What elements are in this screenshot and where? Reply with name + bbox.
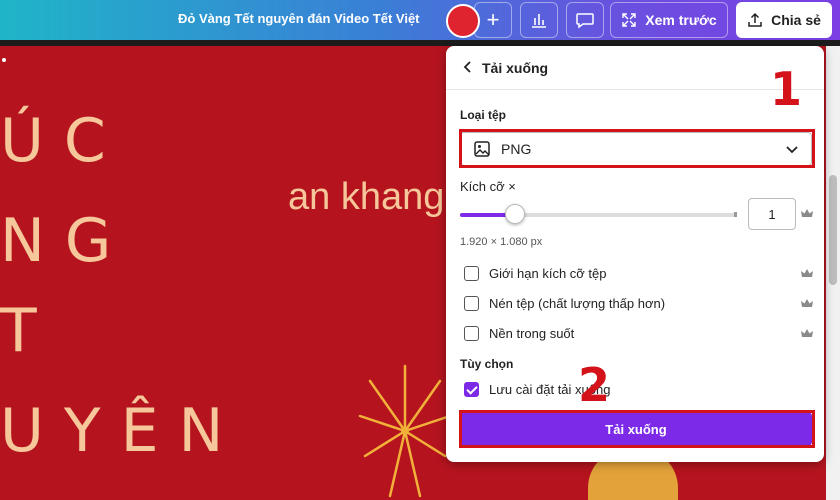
download-panel: Tải xuống Loại tệp PNG Kích cỡ × 1 1.920…: [446, 46, 824, 462]
bar-chart-icon: [532, 14, 546, 28]
crown-icon: [801, 209, 813, 217]
comment-icon: [576, 13, 594, 29]
compress-label: Nén tệp (chất lượng thấp hơn): [489, 295, 666, 311]
compress-checkbox[interactable]: [464, 295, 479, 311]
panel-title: Tải xuống: [482, 60, 549, 76]
extra-options-label: Tùy chọn: [460, 357, 514, 371]
crown-icon: [801, 269, 813, 277]
size-slider-thumb[interactable]: [505, 204, 526, 224]
back-icon[interactable]: [460, 59, 476, 75]
fireworks-decoration: [358, 364, 452, 498]
expand-icon: [622, 13, 636, 27]
option-transparent[interactable]: Nền trong suốt: [464, 323, 574, 343]
upload-icon: [748, 12, 762, 27]
canvas-text-line1: ÚC: [0, 106, 126, 176]
option-compress[interactable]: Nén tệp (chất lượng thấp hơn): [464, 293, 665, 313]
insights-button[interactable]: [520, 2, 558, 38]
save-settings-checkbox[interactable]: [464, 381, 479, 397]
limit-size-checkbox[interactable]: [464, 265, 479, 281]
document-title[interactable]: Đỏ Vàng Tết nguyên đán Video Tết Việt: [178, 11, 420, 26]
canvas-text-line3: T: [0, 296, 57, 366]
share-button[interactable]: Chia sẻ: [736, 2, 832, 38]
scrollbar-thumb[interactable]: [829, 175, 837, 285]
transparent-checkbox[interactable]: [464, 325, 479, 341]
crown-icon: [801, 329, 813, 337]
option-limit-size[interactable]: Giới hạn kích cỡ tệp: [464, 263, 607, 283]
file-type-label: Loại tệp: [460, 108, 507, 122]
preview-button[interactable]: Xem trước: [610, 2, 728, 38]
size-input[interactable]: 1: [748, 198, 796, 230]
avatar[interactable]: [446, 4, 480, 38]
size-label: Kích cỡ ×: [460, 179, 516, 194]
crown-icon: [801, 299, 813, 307]
canvas-dot: [2, 58, 6, 62]
step-2-annotation: 2: [578, 358, 611, 412]
share-label: Chia sẻ: [771, 12, 821, 28]
plus-icon: +: [486, 7, 500, 32]
top-toolbar: Đỏ Vàng Tết nguyên đán Video Tết Việt + …: [0, 0, 840, 40]
highlight-download-button: [459, 410, 815, 448]
transparent-label: Nền trong suốt: [489, 325, 575, 341]
preview-label: Xem trước: [645, 12, 717, 28]
dimensions-text: 1.920 × 1.080 px: [460, 236, 543, 248]
slider-end-marker: [734, 212, 737, 217]
canvas-text-line4: UYÊN: [0, 396, 244, 466]
highlight-file-type: [459, 129, 815, 168]
comment-button[interactable]: [566, 2, 604, 38]
size-slider[interactable]: [460, 213, 736, 217]
canvas-text-line2: NG: [0, 206, 132, 276]
limit-size-label: Giới hạn kích cỡ tệp: [489, 265, 607, 281]
panel-header: Tải xuống: [446, 46, 824, 90]
step-1-annotation: 1: [770, 62, 803, 116]
canvas-text-small: an khang: [288, 176, 445, 218]
